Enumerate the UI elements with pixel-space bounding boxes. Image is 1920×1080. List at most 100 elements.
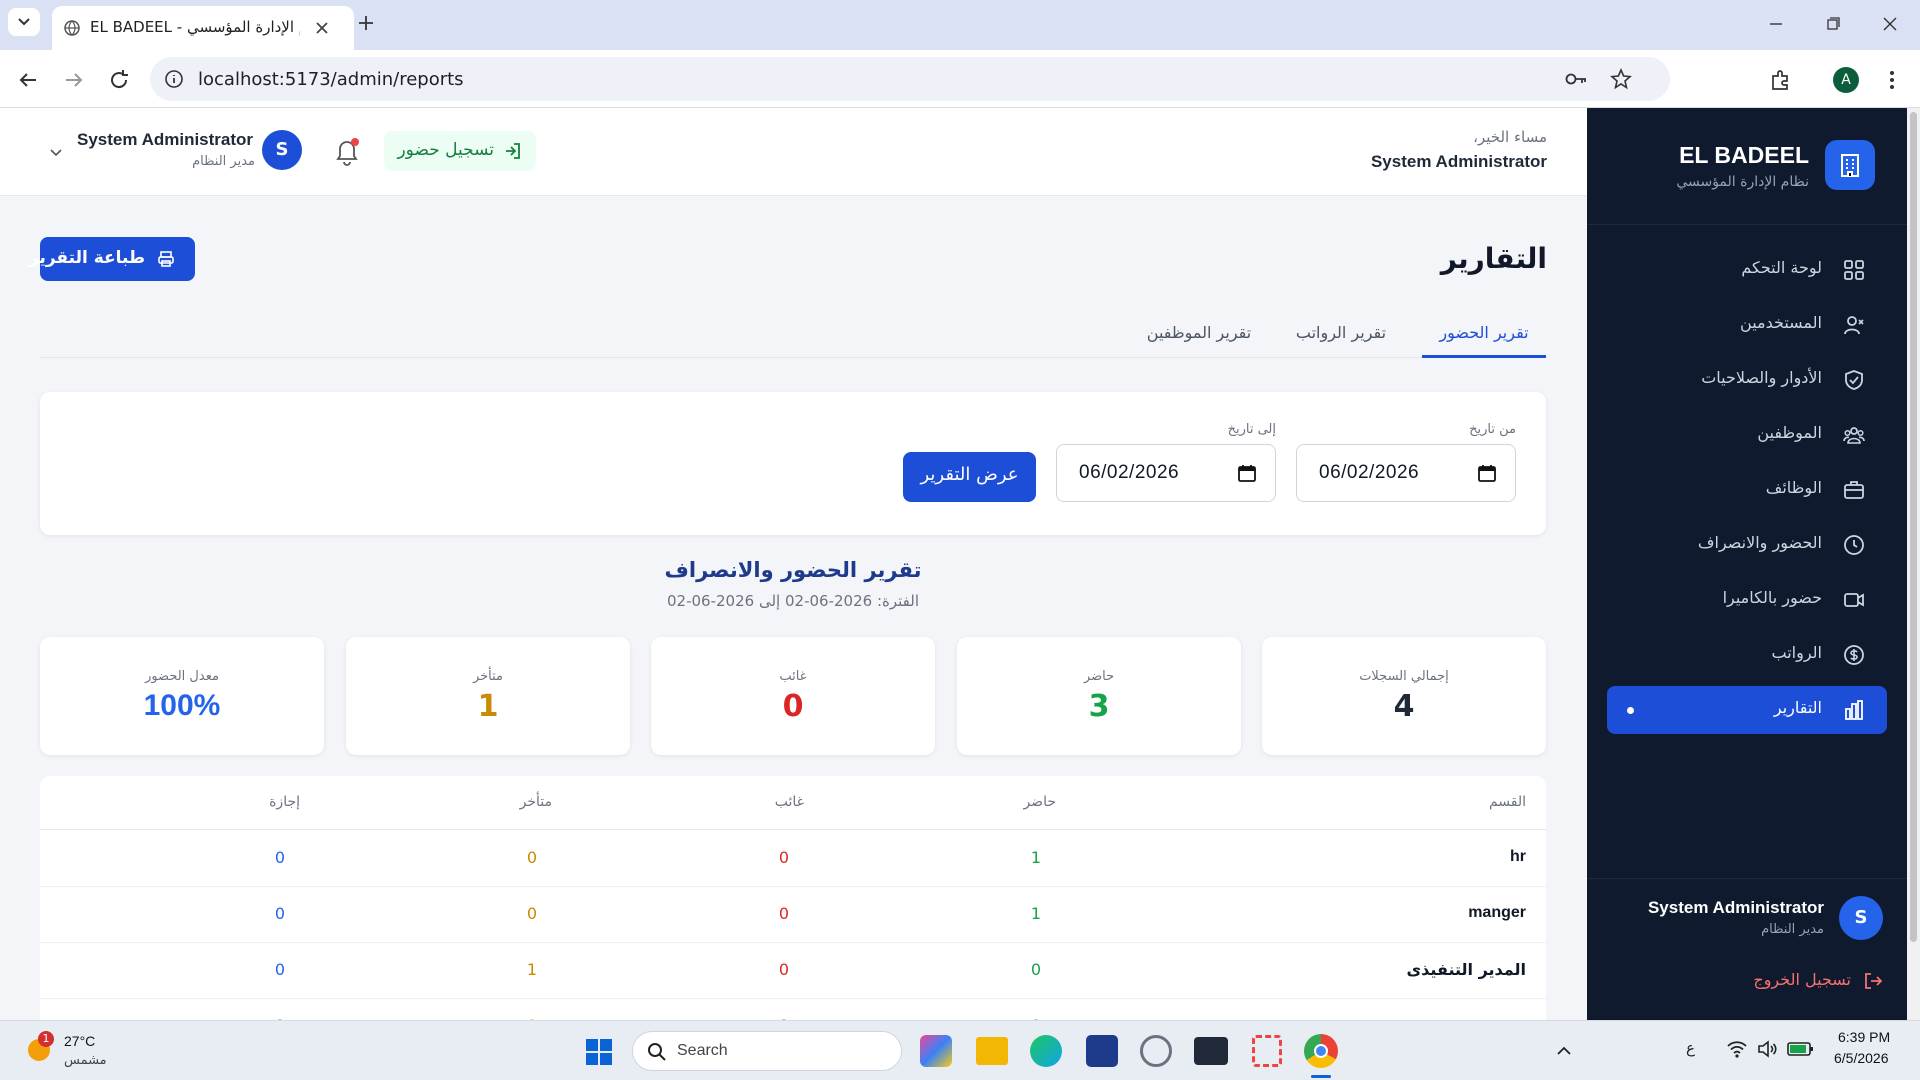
- sidebar-item-dashboard[interactable]: لوحة التحكم: [1607, 246, 1887, 294]
- app-chrome-icon[interactable]: [1304, 1034, 1338, 1068]
- chevron-down-icon: [50, 149, 62, 157]
- stat-late: متأخر 1: [346, 637, 630, 755]
- page-scrollbar[interactable]: [1907, 108, 1920, 1020]
- sidebar-item-reports[interactable]: التقارير: [1607, 686, 1887, 734]
- back-icon[interactable]: [16, 68, 40, 92]
- from-date-label: من تاريخ: [1469, 422, 1516, 437]
- input-language[interactable]: ع: [1686, 1039, 1695, 1057]
- attendance-table: القسم حاضر غائب متأخر إجازة hr 1 0 0 0 m…: [40, 776, 1546, 1035]
- table-row[interactable]: hr 1 0 0 0: [40, 831, 1546, 887]
- tab-attendance-report[interactable]: تقرير الحضور: [1422, 310, 1546, 358]
- app-photos-icon[interactable]: [920, 1035, 952, 1067]
- stat-label: متأخر: [472, 669, 504, 684]
- sidebar-item-label: الرواتب: [1771, 643, 1822, 662]
- table-header: القسم حاضر غائب متأخر إجازة: [40, 776, 1546, 830]
- scrollbar-thumb[interactable]: [1910, 112, 1917, 942]
- weather-condition: مشمس: [64, 1053, 107, 1068]
- profile-avatar[interactable]: A: [1833, 67, 1859, 93]
- cell-present: 1: [1030, 904, 1041, 923]
- password-key-icon[interactable]: [1564, 69, 1588, 89]
- brand-subtitle: نظام الإدارة المؤسسي: [1676, 174, 1809, 190]
- sidebar-item-roles[interactable]: الأدوار والصلاحيات: [1607, 356, 1887, 404]
- reload-icon[interactable]: [107, 68, 131, 92]
- chevron-up-icon[interactable]: [1554, 1041, 1574, 1061]
- stat-absent: غائب 0: [651, 637, 935, 755]
- bookmark-star-icon[interactable]: [1610, 68, 1632, 90]
- close-window-icon[interactable]: [1880, 14, 1900, 34]
- tab-list-button[interactable]: [8, 8, 40, 36]
- sidebar-item-camera-attendance[interactable]: حضور بالكاميرا: [1607, 576, 1887, 624]
- clock-icon: [1844, 535, 1864, 555]
- sidebar-item-payroll[interactable]: الرواتب: [1607, 631, 1887, 679]
- browser-tab[interactable]: EL BADEEL - نظام الإدارة المؤسسي: [52, 6, 354, 50]
- clock-time[interactable]: 6:39 PM: [1838, 1029, 1890, 1045]
- logout-button[interactable]: تسجيل الخروج: [1723, 966, 1883, 996]
- stat-value: 0: [782, 689, 804, 724]
- check-in-button[interactable]: تسجيل حضور: [384, 131, 536, 171]
- greeting-user-name: System Administrator: [1370, 152, 1547, 171]
- cell-department: manger: [1468, 904, 1526, 921]
- check-in-label: تسجيل حضور: [397, 140, 494, 160]
- close-tab-icon[interactable]: [312, 18, 332, 38]
- notifications-button[interactable]: [332, 134, 362, 168]
- to-date-input[interactable]: 06/02/2026: [1056, 444, 1276, 502]
- stat-label: إجمالي السجلات: [1359, 669, 1449, 684]
- from-date-input[interactable]: 06/02/2026: [1296, 444, 1516, 502]
- bell-icon: [336, 138, 359, 166]
- restore-icon[interactable]: [1823, 14, 1843, 34]
- weather-widget[interactable]: 1 27°C مشمس: [24, 1029, 134, 1073]
- new-tab-icon[interactable]: [355, 12, 377, 34]
- sidebar-item-label: الحضور والانصراف: [1697, 533, 1822, 552]
- stat-value: 100%: [143, 689, 221, 722]
- users-icon: [1844, 316, 1864, 335]
- site-info-icon[interactable]: [164, 69, 184, 89]
- taskbar-search[interactable]: Search: [632, 1031, 902, 1071]
- tab-employees-report[interactable]: تقرير الموظفين: [1134, 310, 1264, 358]
- sidebar-divider: [1587, 224, 1907, 225]
- address-bar[interactable]: localhost:5173/admin/reports: [150, 57, 1670, 101]
- app-file-explorer-icon[interactable]: [976, 1037, 1008, 1065]
- table-row[interactable]: manger 1 0 0 0: [40, 887, 1546, 943]
- login-icon: [506, 143, 520, 159]
- app-store-icon[interactable]: [1086, 1035, 1118, 1067]
- print-report-button[interactable]: طباعة التقرير: [29, 237, 195, 281]
- browser-menu-icon[interactable]: [1880, 68, 1904, 92]
- minimize-icon[interactable]: [1766, 14, 1786, 34]
- calendar-icon[interactable]: [1477, 463, 1497, 483]
- calendar-icon[interactable]: [1237, 463, 1257, 483]
- logout-icon: [1865, 973, 1883, 989]
- clock-date[interactable]: 6/5/2026: [1834, 1050, 1889, 1066]
- cell-department: hr: [1510, 848, 1526, 865]
- sidebar-item-label: المستخدمين: [1740, 313, 1822, 332]
- show-report-button[interactable]: عرض التقرير: [903, 452, 1036, 502]
- account-menu[interactable]: System Administrator مدير النظام S: [48, 126, 308, 176]
- app-camera-icon[interactable]: [1140, 1035, 1172, 1067]
- print-report-label: طباعة التقرير: [28, 248, 145, 268]
- sidebar-item-label: لوحة التحكم: [1741, 258, 1822, 277]
- sidebar-item-jobs[interactable]: الوظائف: [1607, 466, 1887, 514]
- app-terminal-icon[interactable]: [1194, 1037, 1228, 1065]
- column-header: متأخر: [519, 794, 552, 810]
- battery-icon[interactable]: [1787, 1040, 1815, 1058]
- wifi-icon[interactable]: [1726, 1039, 1748, 1059]
- table-row[interactable]: المدير التنفيذى 0 0 1 0: [40, 943, 1546, 999]
- sidebar-item-users[interactable]: المستخدمين: [1607, 301, 1887, 349]
- report-period: الفترة: 2026-06-02 إلى 2026-06-02: [666, 592, 920, 610]
- tab-payroll-report[interactable]: تقرير الرواتب: [1286, 310, 1396, 358]
- extensions-icon[interactable]: [1768, 68, 1792, 92]
- sidebar-item-employees[interactable]: الموظفين: [1607, 411, 1887, 459]
- tab-attendance-label: تقرير الحضور: [1439, 323, 1529, 342]
- forward-icon[interactable]: [62, 68, 86, 92]
- app-edge-icon[interactable]: [1030, 1035, 1062, 1067]
- volume-icon[interactable]: [1756, 1039, 1778, 1059]
- cell-present: 1: [1030, 848, 1041, 867]
- column-header: إجازة: [269, 794, 300, 810]
- tab-employees-label: تقرير الموظفين: [1146, 323, 1252, 342]
- cell-leave: 0: [274, 960, 285, 979]
- windows-start-icon[interactable]: [585, 1038, 613, 1066]
- sidebar-user-role: مدير النظام: [1761, 922, 1824, 937]
- sidebar: EL BADEEL نظام الإدارة المؤسسي لوحة التح…: [1587, 108, 1907, 1020]
- sidebar-item-attendance[interactable]: الحضور والانصراف: [1607, 521, 1887, 569]
- app-snipping-icon[interactable]: [1252, 1035, 1282, 1067]
- sidebar-user-avatar: S: [1839, 896, 1883, 940]
